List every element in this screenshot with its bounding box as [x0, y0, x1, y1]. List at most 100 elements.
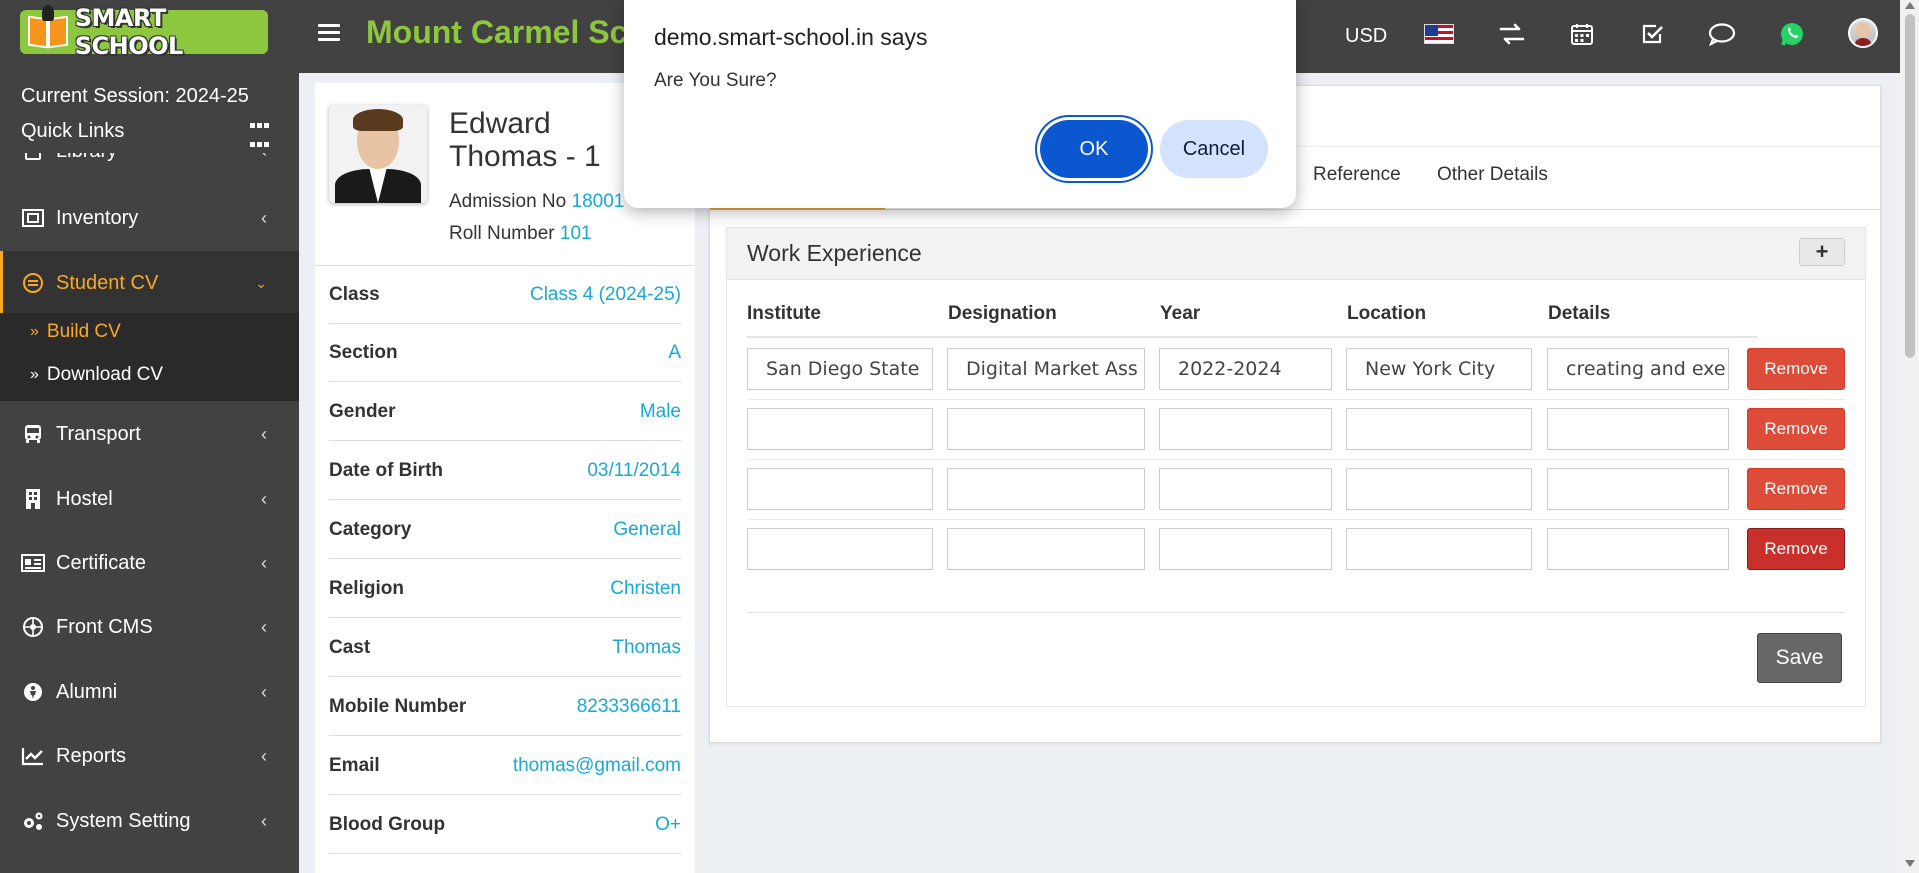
- current-session[interactable]: Current Session: 2024-25: [21, 85, 299, 120]
- roll-value: 101: [559, 223, 592, 244]
- sidebar-item-label: Transport: [56, 422, 141, 445]
- currency-selector[interactable]: USD: [1345, 18, 1387, 54]
- sidebar-item-label: System Setting: [56, 809, 191, 832]
- column-header: Year: [1160, 303, 1201, 324]
- tab-reference[interactable]: Reference: [1313, 164, 1401, 186]
- field-label: Category: [329, 518, 412, 540]
- double-chevron-icon: »: [30, 323, 39, 340]
- submenu-download-cv[interactable]: » Download CV: [30, 364, 163, 386]
- institute-input[interactable]: [747, 408, 933, 450]
- field-value: Thomas: [612, 636, 681, 658]
- sidebar-item-hostel[interactable]: Hostel ‹: [0, 467, 299, 531]
- admission-label: Admission No: [449, 191, 567, 212]
- chevron-left-icon: ‹: [261, 207, 267, 228]
- details-input[interactable]: creating and exe: [1547, 348, 1729, 390]
- sidebar-item-inventory[interactable]: Inventory ‹: [0, 186, 299, 250]
- field-value: 03/11/2014: [587, 459, 681, 481]
- chevron-left-icon: ‹: [261, 423, 267, 444]
- profile-row-email: Email thomas@gmail.com: [329, 737, 681, 795]
- certificate-icon: [20, 552, 46, 574]
- location-input[interactable]: [1346, 528, 1532, 570]
- exchange-icon[interactable]: [1496, 18, 1528, 50]
- submenu-build-cv[interactable]: » Build CV: [30, 321, 121, 343]
- year-input[interactable]: [1159, 408, 1332, 450]
- smart-school-logo[interactable]: SMART SCHOOL: [20, 4, 268, 60]
- scroll-up-arrow-icon[interactable]: [1905, 2, 1915, 9]
- checkbox-icon[interactable]: [1636, 18, 1668, 50]
- details-input[interactable]: [1547, 408, 1729, 450]
- chevron-left-icon: ‹: [261, 616, 267, 637]
- designation-input[interactable]: [947, 468, 1145, 510]
- institute-input[interactable]: [747, 528, 933, 570]
- calendar-icon[interactable]: [1566, 18, 1598, 50]
- scroll-down-arrow-icon[interactable]: [1905, 860, 1915, 867]
- whatsapp-icon[interactable]: [1776, 18, 1808, 50]
- designation-input[interactable]: Digital Market Ass: [947, 348, 1145, 390]
- sidebar-item-reports[interactable]: Reports ‹: [0, 724, 299, 788]
- designation-input[interactable]: [947, 408, 1145, 450]
- logo-book-icon: [24, 3, 71, 53]
- field-label: Blood Group: [329, 813, 446, 835]
- profile-row-category: Category General: [329, 501, 681, 559]
- cancel-button[interactable]: Cancel: [1160, 120, 1268, 178]
- chevron-left-icon: ‹: [261, 488, 267, 509]
- field-value: General: [613, 518, 681, 540]
- remove-row-button[interactable]: Remove: [1747, 528, 1845, 570]
- tab-other-details[interactable]: Other Details: [1437, 164, 1548, 186]
- scroll-thumb[interactable]: [1905, 14, 1915, 358]
- profile-row-class: Class Class 4 (2024-25): [329, 266, 681, 324]
- profile-row-dob: Date of Birth 03/11/2014: [329, 442, 681, 500]
- column-header: Institute: [747, 303, 821, 324]
- sidebar-item-transport[interactable]: Transport ‹: [0, 402, 299, 466]
- sidebar-item-label: Alumni: [56, 680, 118, 703]
- flag-icon[interactable]: [1424, 24, 1454, 44]
- sidebar-item-front-cms[interactable]: Front CMS ‹: [0, 595, 299, 659]
- institute-input[interactable]: [747, 468, 933, 510]
- profile-row-cast: Cast Thomas: [329, 619, 681, 677]
- year-input[interactable]: [1159, 528, 1332, 570]
- save-button[interactable]: Save: [1757, 633, 1842, 683]
- column-header: Designation: [948, 303, 1057, 324]
- field-value[interactable]: Class 4 (2024-25): [530, 284, 681, 306]
- details-input[interactable]: [1547, 468, 1729, 510]
- chat-icon[interactable]: [1706, 18, 1738, 50]
- year-input[interactable]: 2022-2024: [1159, 348, 1332, 390]
- confirm-dialog: demo.smart-school.in says Are You Sure? …: [624, 0, 1296, 208]
- chevron-left-icon: ‹: [261, 681, 267, 702]
- designation-input[interactable]: [947, 528, 1145, 570]
- chevron-down-icon: ⌄: [255, 274, 267, 291]
- ok-button[interactable]: OK: [1040, 120, 1148, 178]
- sidebar-item-student-cv[interactable]: Student CV ⌄: [0, 251, 299, 315]
- year-input[interactable]: [1159, 468, 1332, 510]
- institute-input[interactable]: San Diego State: [747, 348, 933, 390]
- school-name: Mount Carmel School: [366, 14, 646, 50]
- details-input[interactable]: [1547, 528, 1729, 570]
- sidebar-item-label: Student CV: [56, 271, 159, 294]
- sidebar-item-label: Hostel: [56, 487, 113, 510]
- remove-row-button[interactable]: Remove: [1747, 408, 1845, 450]
- field-value: 8233366611: [576, 695, 681, 717]
- session-box: Current Session: 2024-25 Quick Links: [0, 73, 299, 153]
- add-row-button[interactable]: +: [1799, 238, 1845, 266]
- remove-row-button[interactable]: Remove: [1747, 468, 1845, 510]
- profile-row-section: Section A: [329, 324, 681, 382]
- submenu-label: Build CV: [46, 321, 121, 342]
- cv-icon: [20, 272, 46, 294]
- field-label: Religion: [329, 577, 404, 599]
- grid-icon[interactable]: [250, 123, 270, 158]
- menu-icon[interactable]: [318, 24, 340, 42]
- sidebar-item-certificate[interactable]: Certificate ‹: [0, 531, 299, 595]
- location-input[interactable]: [1346, 468, 1532, 510]
- remove-row-button[interactable]: Remove: [1747, 348, 1845, 390]
- user-avatar[interactable]: [1848, 18, 1878, 48]
- page-scrollbar[interactable]: [1900, 0, 1919, 873]
- sidebar-item-alumni[interactable]: Alumni ‹: [0, 660, 299, 724]
- work-experience-header: Work Experience +: [727, 228, 1865, 280]
- sidebar-item-system-setting[interactable]: System Setting ‹: [0, 789, 299, 853]
- field-label: Date of Birth: [329, 459, 443, 481]
- sidebar-item-label: Inventory: [56, 206, 139, 229]
- location-input[interactable]: [1346, 408, 1532, 450]
- roll-label: Roll Number: [449, 223, 555, 244]
- profile-row-mobile: Mobile Number 8233366611: [329, 678, 681, 736]
- location-input[interactable]: New York City: [1346, 348, 1532, 390]
